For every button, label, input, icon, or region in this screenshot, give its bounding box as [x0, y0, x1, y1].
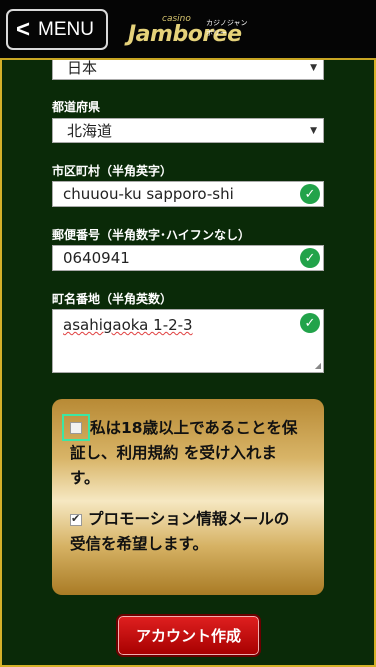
- country-value: 日本: [67, 59, 98, 77]
- create-account-button[interactable]: アカウント作成: [116, 614, 261, 657]
- city-input[interactable]: chuuou-ku sapporo-shi ✓: [52, 181, 324, 207]
- header-content: < MENU casino Jamboree カジノジャンボリー: [0, 0, 376, 60]
- menu-label: MENU: [38, 18, 94, 40]
- valid-check-icon: ✓: [300, 248, 320, 268]
- prefecture-label: 都道府県: [52, 100, 101, 114]
- street-textarea[interactable]: asahigaoka 1-2-3 ✓ ◢: [52, 309, 324, 373]
- valid-check-icon: ✓: [300, 313, 320, 333]
- age-text-line1: 私は18歳以上であることを保: [90, 419, 298, 437]
- age-text-line3: す。: [70, 469, 100, 487]
- promo-checkbox[interactable]: [70, 512, 82, 526]
- age-text-line2[interactable]: 証し、利用規約 を受け入れま: [70, 441, 277, 466]
- postal-value: 0640941: [63, 249, 130, 267]
- prefecture-select[interactable]: 北海道 ▼: [52, 118, 324, 143]
- postal-input[interactable]: 0640941 ✓: [52, 245, 324, 271]
- resize-handle-icon[interactable]: ◢: [315, 361, 321, 370]
- promo-text-line2: 受信を希望します。: [70, 535, 208, 553]
- consent-panel: 私は18歳以上であることを保 証し、利用規約 を受け入れま す。 プロモーション…: [52, 399, 324, 595]
- dropdown-arrow-icon: ▼: [310, 63, 317, 73]
- logo-sub-text: カジノジャンボリー: [206, 19, 248, 37]
- promo-text-line1: プロモーション情報メールの: [88, 510, 290, 528]
- street-label: 町名番地（半角英数）: [52, 292, 173, 306]
- chevron-left-icon: <: [16, 15, 31, 43]
- logo: casino Jamboree カジノジャンボリー: [128, 14, 248, 48]
- valid-check-icon: ✓: [300, 184, 320, 204]
- city-value: chuuou-ku sapporo-shi: [63, 185, 234, 203]
- prefecture-value: 北海道: [67, 122, 113, 140]
- city-label: 市区町村（半角英字）: [52, 164, 173, 178]
- age-checkbox[interactable]: [70, 422, 82, 434]
- menu-button[interactable]: < MENU: [6, 9, 108, 50]
- postal-label: 郵便番号（半角数字･ハイフンなし）: [52, 228, 251, 242]
- dropdown-arrow-icon: ▼: [310, 126, 317, 136]
- street-value: asahigaoka 1-2-3: [63, 316, 193, 334]
